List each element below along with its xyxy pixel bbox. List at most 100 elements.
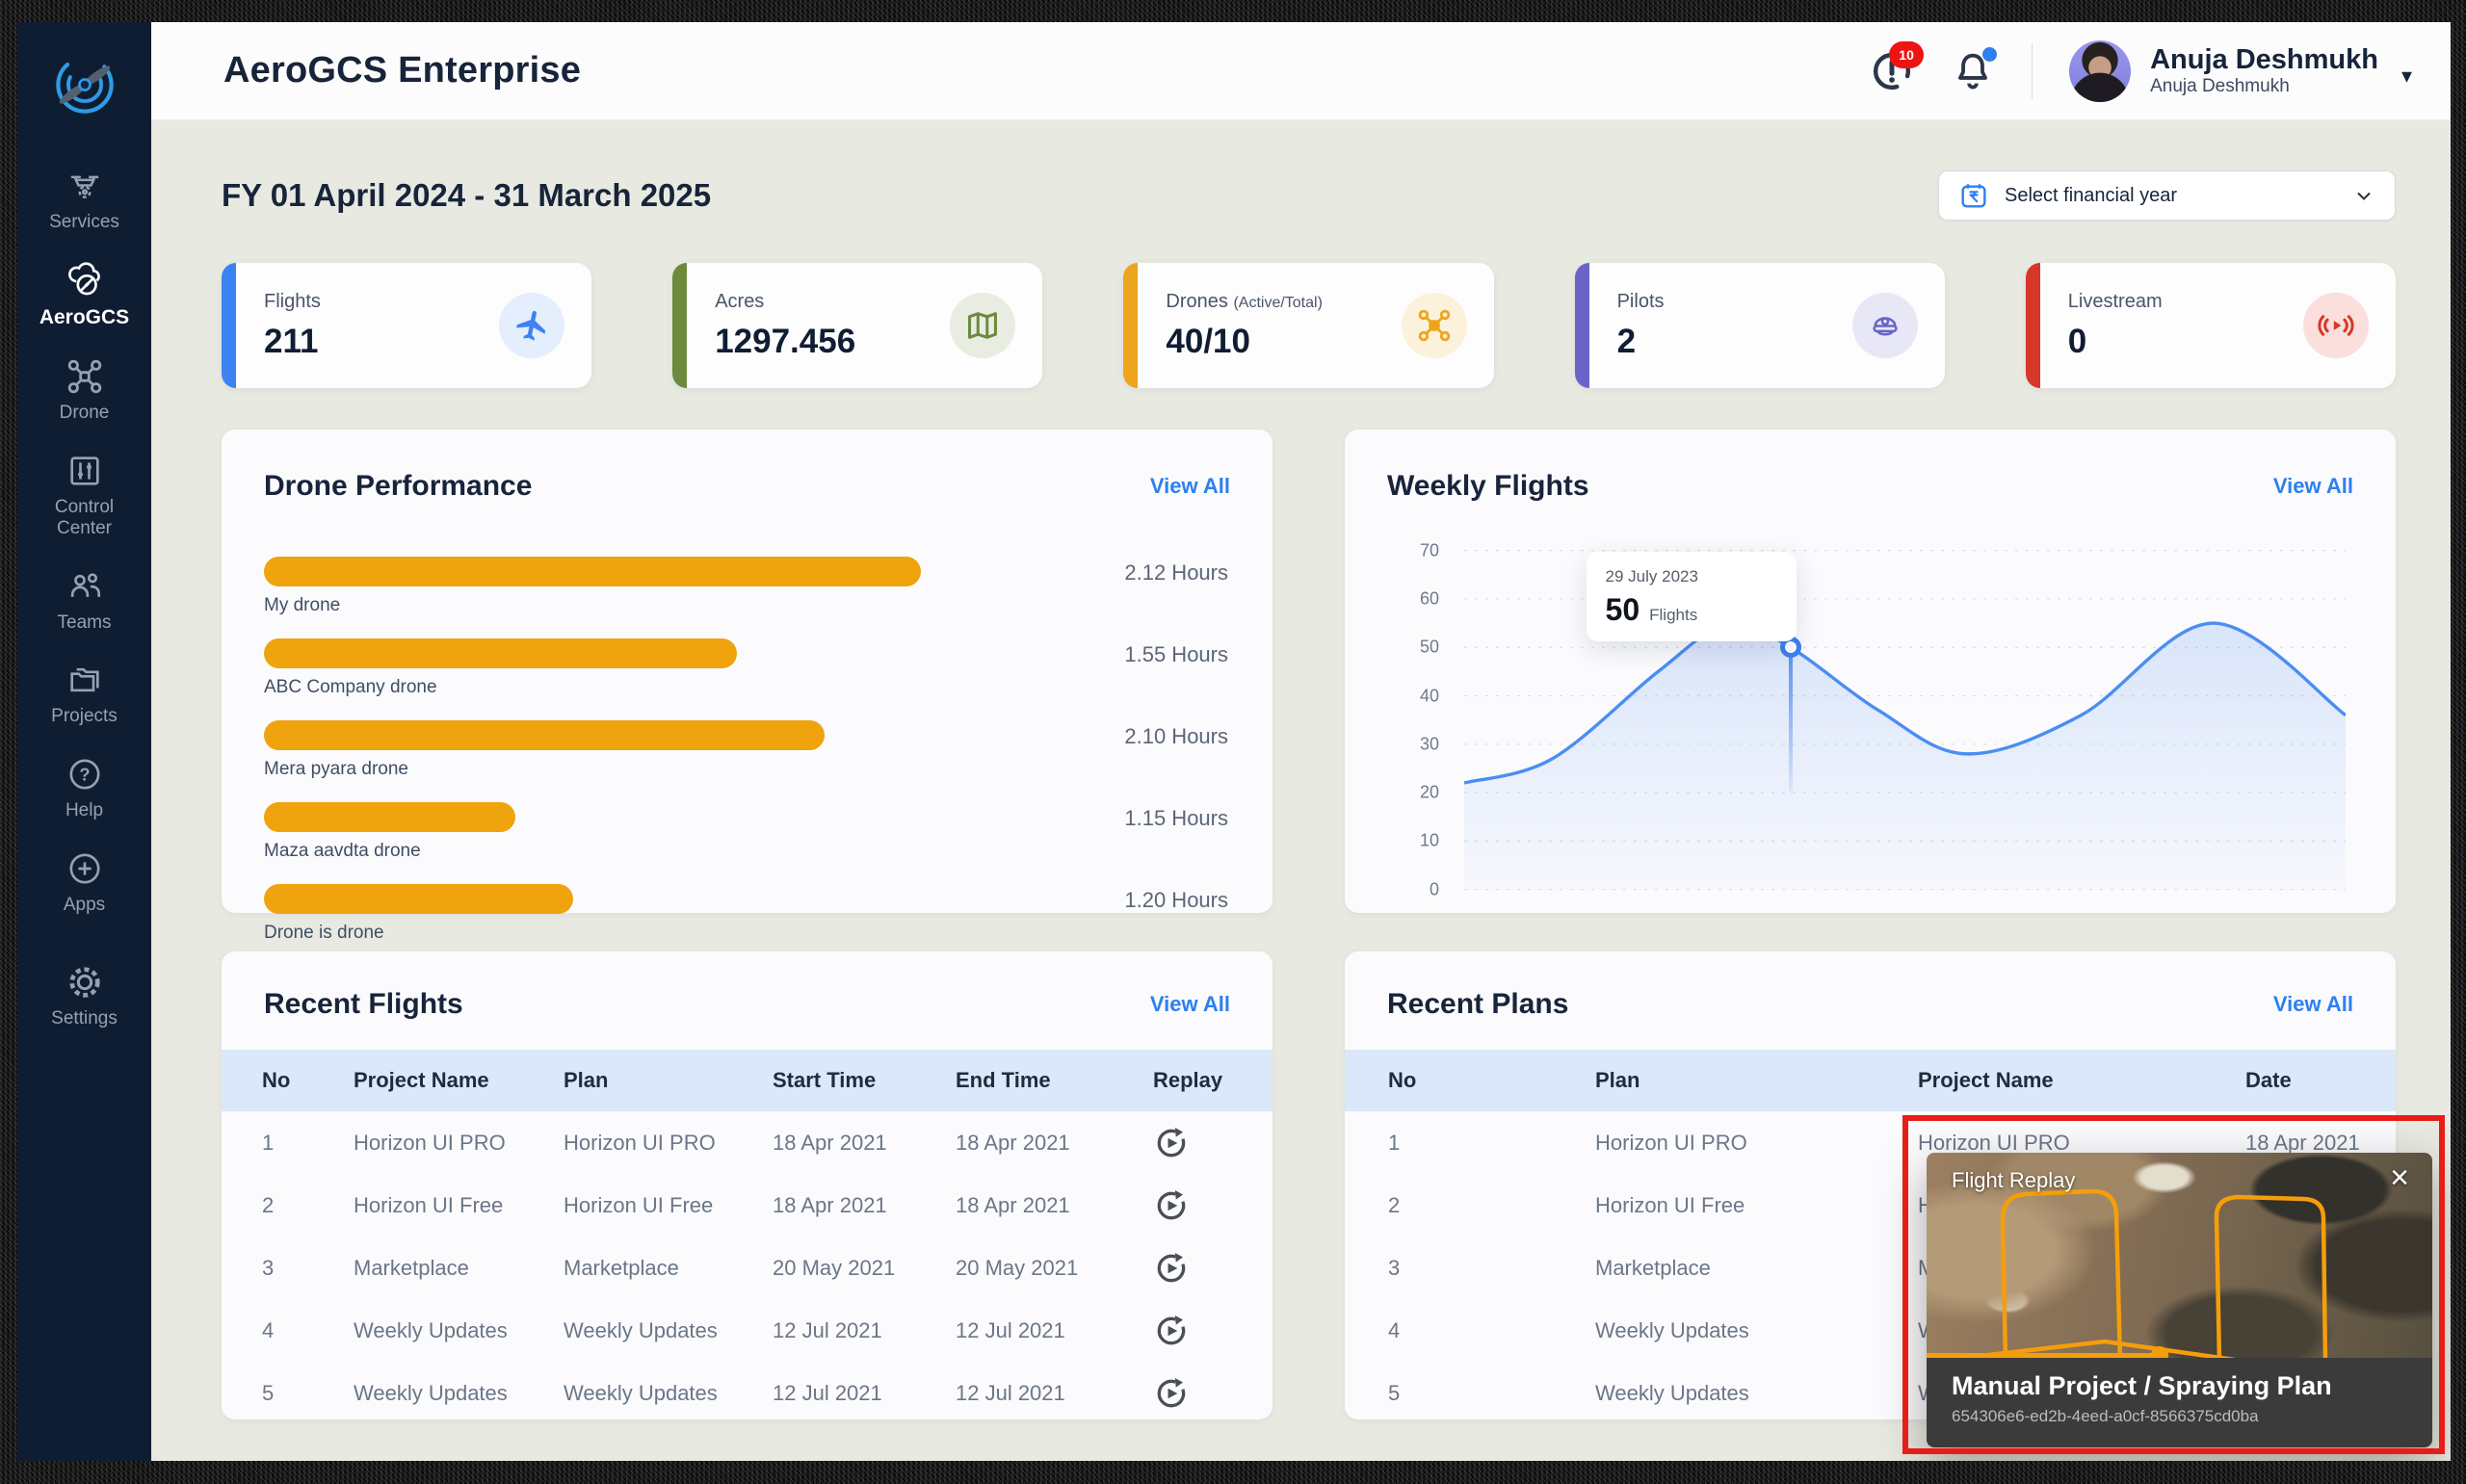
replay-progress-bar[interactable] <box>1927 1353 2160 1358</box>
stat-card-flights[interactable]: Flights 211 <box>222 263 591 388</box>
replay-button[interactable] <box>1153 1375 1190 1412</box>
drone-performance-panel: Drone Performance View All My drone 2.12… <box>222 430 1272 913</box>
tooltip-date: 29 July 2023 <box>1606 567 1777 586</box>
sidebar-item-apps[interactable]: Apps <box>17 849 151 916</box>
y-axis-tick: 40 <box>1420 686 1439 706</box>
sidebar-item-label: Services <box>49 212 119 233</box>
aerogcs-cloud-icon <box>66 261 104 299</box>
financial-year-select[interactable]: Select financial year <box>1938 170 2396 221</box>
plane-icon <box>499 293 564 358</box>
replay-button[interactable] <box>1153 1313 1190 1349</box>
stat-label: Livestream <box>2068 291 2163 313</box>
broadcast-icon <box>2303 293 2369 358</box>
app-window: Services AeroGCS <box>17 22 2451 1461</box>
drone-icon <box>1402 293 1467 358</box>
y-axis-tick: 70 <box>1420 540 1439 560</box>
replay-button[interactable] <box>1153 1187 1190 1224</box>
drone-name: Maza aavdta drone <box>264 841 1230 862</box>
stat-label: Acres <box>715 291 855 313</box>
notifications-button[interactable] <box>1951 49 1995 93</box>
plan-id: 654306e6-ed2b-4eed-a0cf-8566375cd0ba <box>1952 1407 2407 1426</box>
drone-name: Mera pyara drone <box>264 759 1230 780</box>
progress-knob[interactable] <box>2151 1346 2168 1358</box>
drone-services-icon <box>66 167 104 205</box>
view-all-link[interactable]: View All <box>1150 992 1230 1017</box>
y-axis: 706050403020100 <box>1403 541 1447 899</box>
stat-accent-bar <box>1575 263 1589 388</box>
performance-bar-row: Maza aavdta drone 1.15 Hours <box>264 802 1230 862</box>
panel-title: Weekly Flights <box>1387 470 1589 503</box>
chevron-down-icon: ▾ <box>2401 64 2412 89</box>
y-axis-tick: 20 <box>1420 783 1439 803</box>
table-header: NoProject Name PlanStart Time End TimeRe… <box>222 1050 1272 1111</box>
recent-flights-panel: Recent Flights View All NoProject Name P… <box>222 951 1272 1419</box>
sidebar-item-settings[interactable]: Settings <box>17 963 151 1029</box>
table-row[interactable]: 2Horizon UI Free Horizon UI Free18 Apr 2… <box>222 1174 1272 1237</box>
sidebar-item-aerogcs[interactable]: AeroGCS <box>17 261 151 329</box>
view-all-link[interactable]: View All <box>1150 474 1230 499</box>
chart-plot-area: 29 July 2023 50 Flights <box>1464 541 2346 899</box>
fiscal-year-heading: FY 01 April 2024 - 31 March 2025 <box>222 177 711 214</box>
stat-card-pilots[interactable]: Pilots 2 <box>1575 263 1945 388</box>
stat-value: 1297.456 <box>715 323 855 361</box>
stat-label: Drones (Active/Total) <box>1166 291 1323 313</box>
financial-year-value: Select financial year <box>2005 185 2177 207</box>
drone-name: ABC Company drone <box>264 677 1230 698</box>
sidebar-item-label: Teams <box>58 612 112 634</box>
user-names: Anuja Deshmukh Anuja Deshmukh <box>2150 44 2378 97</box>
performance-bar-row: Mera pyara drone 2.10 Hours <box>264 720 1230 780</box>
stat-card-livestream[interactable]: Livestream 0 <box>2026 263 2396 388</box>
sidebar-item-services[interactable]: Services <box>17 167 151 233</box>
alerts-button[interactable]: 10 <box>1870 49 1914 93</box>
marker-drop-line <box>1789 647 1793 793</box>
performance-bar-row: ABC Company drone 1.55 Hours <box>264 638 1230 698</box>
stat-card-acres[interactable]: Acres 1297.456 <box>672 263 1042 388</box>
stat-card-drones[interactable]: Drones (Active/Total) 40/10 <box>1123 263 1493 388</box>
table-row[interactable]: 4Weekly Updates Weekly Updates12 Jul 202… <box>222 1299 1272 1362</box>
replay-button[interactable] <box>1153 1125 1190 1161</box>
sidebar-item-help[interactable]: ? Help <box>17 755 151 821</box>
sidebar-item-teams[interactable]: Teams <box>17 567 151 634</box>
table-row[interactable]: 5Weekly Updates Weekly Updates12 Jul 202… <box>222 1362 1272 1424</box>
sidebar-item-projects[interactable]: Projects <box>17 661 151 727</box>
performance-bar <box>264 638 737 668</box>
stat-value: 40/10 <box>1166 323 1323 361</box>
sidebar-item-control-center[interactable]: Control Center <box>17 452 151 539</box>
stat-value: 2 <box>1617 323 1665 361</box>
panel-title: Recent Flights <box>264 988 463 1021</box>
stat-value: 211 <box>264 323 321 361</box>
stat-cards: Flights 211 Acres 1297.456 <box>222 263 2396 388</box>
table-header: NoPlan Project NameDate <box>1345 1050 2396 1111</box>
view-all-link[interactable]: View All <box>2273 992 2353 1017</box>
sidebar-item-label: Help <box>66 800 103 821</box>
view-all-link[interactable]: View All <box>2273 474 2353 499</box>
settings-gear-icon <box>66 963 104 1002</box>
drone-hours: 2.12 Hours <box>1124 560 1228 586</box>
stat-accent-bar <box>672 263 687 388</box>
user-subtitle: Anuja Deshmukh <box>2150 76 2378 97</box>
stat-accent-bar <box>2026 263 2040 388</box>
table-row[interactable]: 1Horizon UI PRO Horizon UI PRO18 Apr 202… <box>222 1111 1272 1174</box>
drone-name: Drone is drone <box>264 923 1230 944</box>
table-row[interactable]: 3Marketplace Marketplace20 May 2021 20 M… <box>222 1237 1272 1299</box>
performance-bar <box>264 802 515 832</box>
y-axis-tick: 10 <box>1420 831 1439 851</box>
replay-button[interactable] <box>1153 1250 1190 1287</box>
drone-hours: 1.15 Hours <box>1124 806 1228 831</box>
close-icon[interactable]: × <box>2384 1160 2415 1195</box>
tooltip-value: 50 <box>1606 592 1640 628</box>
flight-replay-map[interactable]: Flight Replay × <box>1927 1153 2432 1358</box>
sidebar-item-label: Projects <box>51 706 118 727</box>
popup-footer: Manual Project / Spraying Plan 654306e6-… <box>1927 1358 2432 1447</box>
top-header: AeroGCS Enterprise 10 <box>151 22 2451 120</box>
sidebar-item-label: Control Center <box>28 497 142 539</box>
sidebar-item-drone[interactable]: Drone <box>17 357 151 424</box>
app-logo[interactable] <box>47 47 122 122</box>
sidebar: Services AeroGCS <box>17 22 151 1461</box>
user-name: Anuja Deshmukh <box>2150 44 2378 76</box>
user-profile[interactable]: Anuja Deshmukh Anuja Deshmukh ▾ <box>2069 40 2412 102</box>
avatar <box>2069 40 2131 102</box>
performance-bar <box>264 884 573 914</box>
tooltip-unit: Flights <box>1649 606 1697 625</box>
performance-bar <box>264 557 921 586</box>
